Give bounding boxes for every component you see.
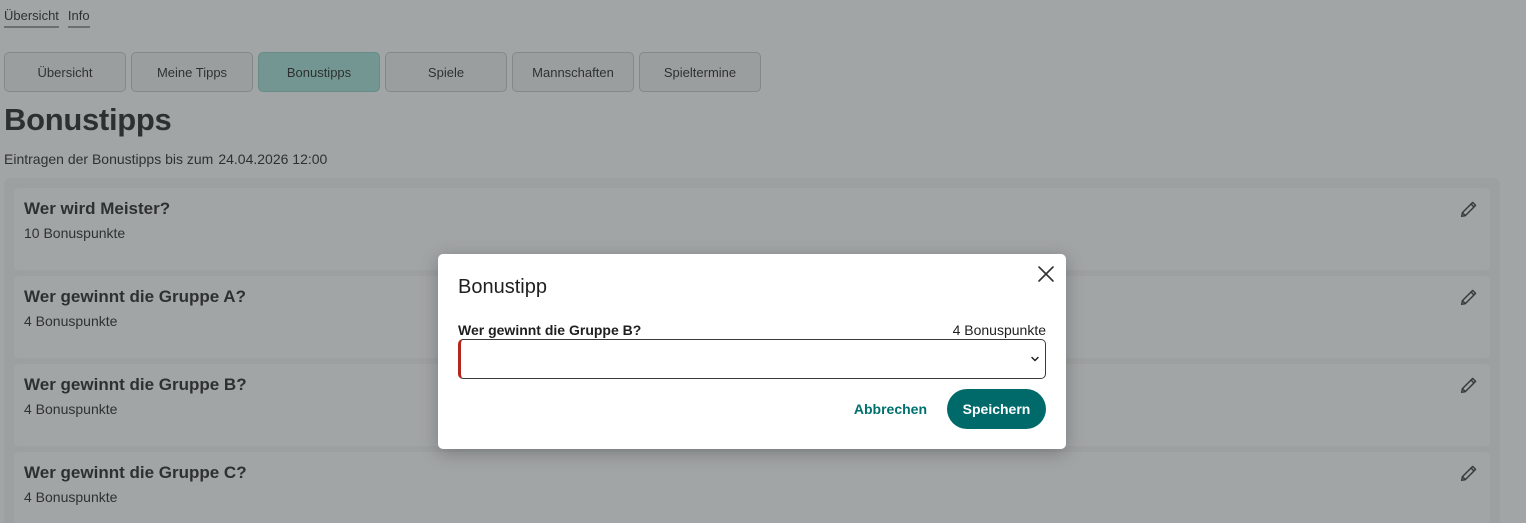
cancel-button[interactable]: Abbrechen xyxy=(854,401,927,417)
dialog-title: Bonustipp xyxy=(458,276,547,298)
field-label: Wer gewinnt die Gruppe B? xyxy=(458,322,642,338)
field-label-row: Wer gewinnt die Gruppe B? 4 Bonuspunkte xyxy=(458,322,1046,338)
dialog-actions: Abbrechen Speichern xyxy=(854,389,1046,429)
team-select-wrapper xyxy=(458,339,1046,379)
save-button[interactable]: Speichern xyxy=(947,389,1046,429)
close-button[interactable] xyxy=(1036,264,1056,284)
close-icon xyxy=(1038,266,1054,282)
field-points: 4 Bonuspunkte xyxy=(952,322,1046,338)
bonus-tip-dialog: Bonustipp Wer gewinnt die Gruppe B? 4 Bo… xyxy=(438,254,1066,449)
team-select[interactable] xyxy=(458,339,1046,379)
